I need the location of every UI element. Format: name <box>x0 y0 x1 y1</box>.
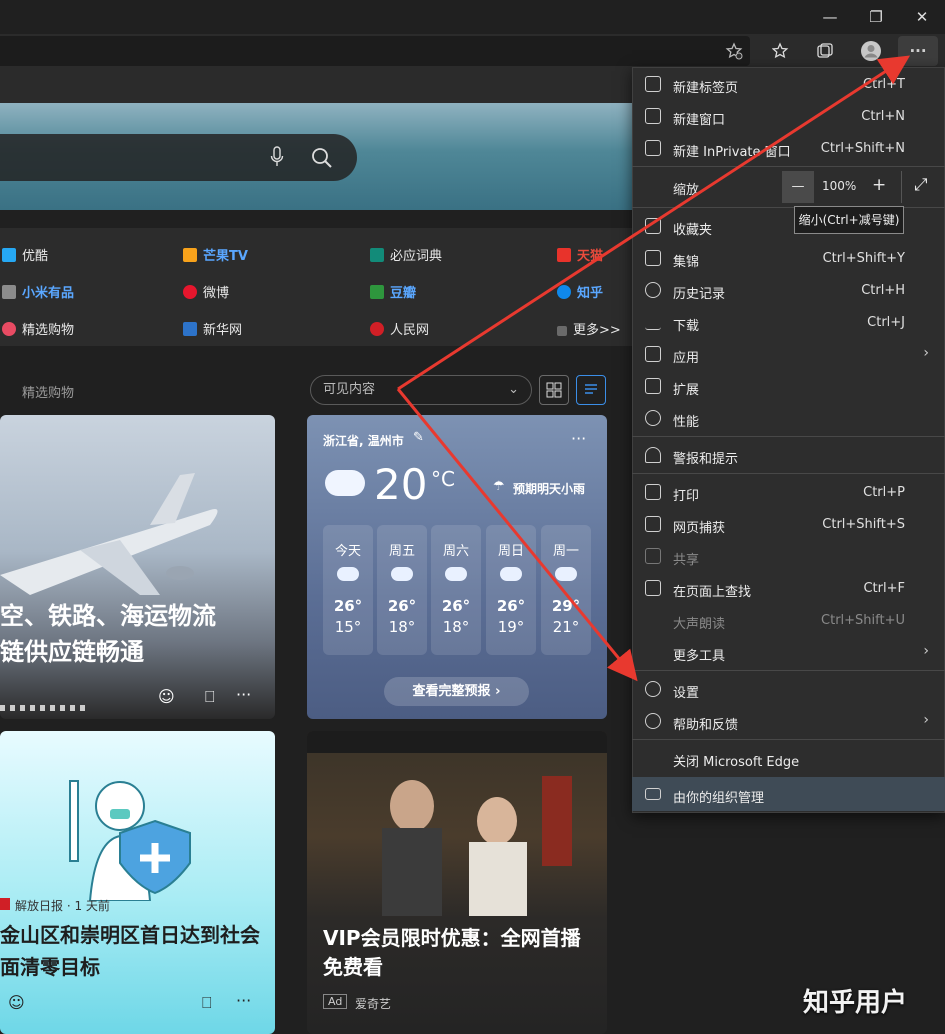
annotation-arrows <box>396 55 911 682</box>
arrow-to-settings <box>396 388 638 682</box>
watermark: 知乎用户 <box>803 988 908 1018</box>
arrow-to-menu-button <box>397 55 911 391</box>
